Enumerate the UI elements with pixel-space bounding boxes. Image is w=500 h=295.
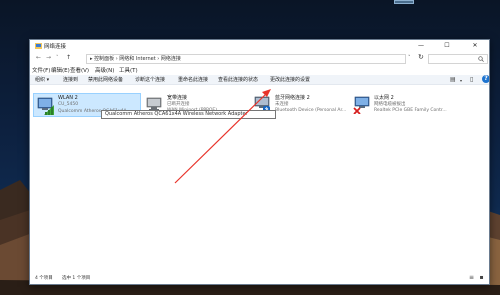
desktop-taskbar-thumbnail[interactable]	[394, 0, 414, 4]
refresh-icon[interactable]: ↻	[418, 53, 424, 61]
address-dropdown-icon[interactable]: ˅	[408, 55, 411, 61]
adapter-status: CU_5450	[58, 102, 79, 107]
search-input[interactable]	[428, 54, 488, 64]
adapter-device: Realtek PCIe GBE Family Contr...	[374, 108, 447, 113]
preview-pane-icon[interactable]: ▯	[470, 76, 473, 83]
help-icon[interactable]: ?	[482, 75, 489, 83]
address-bar: ← → ˅ ↑ ▸ 控制面板 › 网络和 Internet › 网络连接 ˅ ↻	[30, 53, 489, 65]
disable-device-button[interactable]: 禁用此网络设备	[88, 76, 123, 83]
ethernet-adapter-icon	[353, 96, 370, 114]
baidu-watermark-url: jingyan.baidu.com	[438, 279, 485, 285]
device-tooltip: Qualcomm Atheros QCA61x4A Wireless Netwo…	[101, 110, 276, 119]
search-icon	[478, 56, 484, 62]
diagnose-connection-button[interactable]: 诊断这个连接	[135, 76, 165, 83]
window-title: 网络连接	[44, 44, 67, 50]
change-settings-button[interactable]: 更改此连接的设置	[270, 76, 310, 83]
baidu-watermark: Bai 经验	[382, 260, 444, 278]
title-bar[interactable]: 网络连接 — ☐ ✕	[30, 40, 489, 53]
up-arrow-icon[interactable]: ↑	[66, 54, 71, 61]
network-folder-icon	[35, 43, 42, 49]
menu-bar: 文件(F) 编辑(E) 查看(V) 高级(N) 工具(T)	[30, 65, 489, 75]
maximize-button[interactable]: ☐	[436, 40, 458, 52]
forward-arrow-icon[interactable]: →	[46, 54, 51, 61]
network-connections-window: 网络连接 — ☐ ✕ ← → ˅ ↑ ▸ 控制面板 › 网络和 Internet…	[29, 39, 490, 285]
item-count: 4 个项目	[35, 276, 53, 281]
adapter-status: 未连接	[275, 102, 289, 107]
menu-tools[interactable]: 工具(T)	[119, 66, 138, 74]
menu-file[interactable]: 文件(F)	[32, 66, 50, 74]
connect-to-button[interactable]: 连接到	[63, 76, 78, 83]
command-toolbar: 组织 ▾ 连接到 禁用此网络设备 诊断这个连接 重命名此连接 查看此连接的状态 …	[30, 75, 489, 85]
rename-connection-button[interactable]: 重命名此连接	[178, 76, 208, 83]
adapter-name: 蓝牙网络连接 2	[275, 95, 310, 101]
adapter-status: 网络电缆被拔出	[374, 102, 406, 107]
wifi-adapter-icon	[37, 97, 54, 115]
adapter-ethernet-2[interactable]: 以太网 2 网络电缆被拔出 Realtek PCIe GBE Family Co…	[350, 93, 475, 117]
organize-button[interactable]: 组织 ▾	[35, 76, 49, 83]
address-path-input[interactable]: ▸ 控制面板 › 网络和 Internet › 网络连接	[86, 54, 406, 64]
menu-view[interactable]: 查看(V)	[70, 66, 89, 74]
adapter-device: Bluetooth Device (Personal Ar...	[275, 108, 347, 113]
recent-locations-dropdown-icon[interactable]: ˅	[56, 55, 59, 61]
adapter-name: 以太网 2	[374, 95, 394, 101]
view-dropdown-icon[interactable]: ▾	[460, 78, 462, 83]
minimize-button[interactable]: —	[410, 40, 432, 52]
address-path-text: ▸ 控制面板 › 网络和 Internet › 网络连接	[90, 56, 181, 62]
view-status-button[interactable]: 查看此连接的状态	[218, 76, 258, 83]
adapter-status: 已断开连接	[167, 102, 190, 107]
adapter-name: WLAN 2	[58, 95, 78, 101]
close-button[interactable]: ✕	[464, 40, 486, 52]
menu-edit[interactable]: 编辑(E)	[51, 66, 70, 74]
back-arrow-icon[interactable]: ←	[36, 54, 41, 61]
selected-count: 选中 1 个项目	[62, 276, 91, 281]
adapter-name: 宽带连接	[167, 95, 188, 101]
menu-advanced[interactable]: 高级(N)	[95, 66, 114, 74]
view-options-icon[interactable]: ▤	[450, 76, 456, 83]
